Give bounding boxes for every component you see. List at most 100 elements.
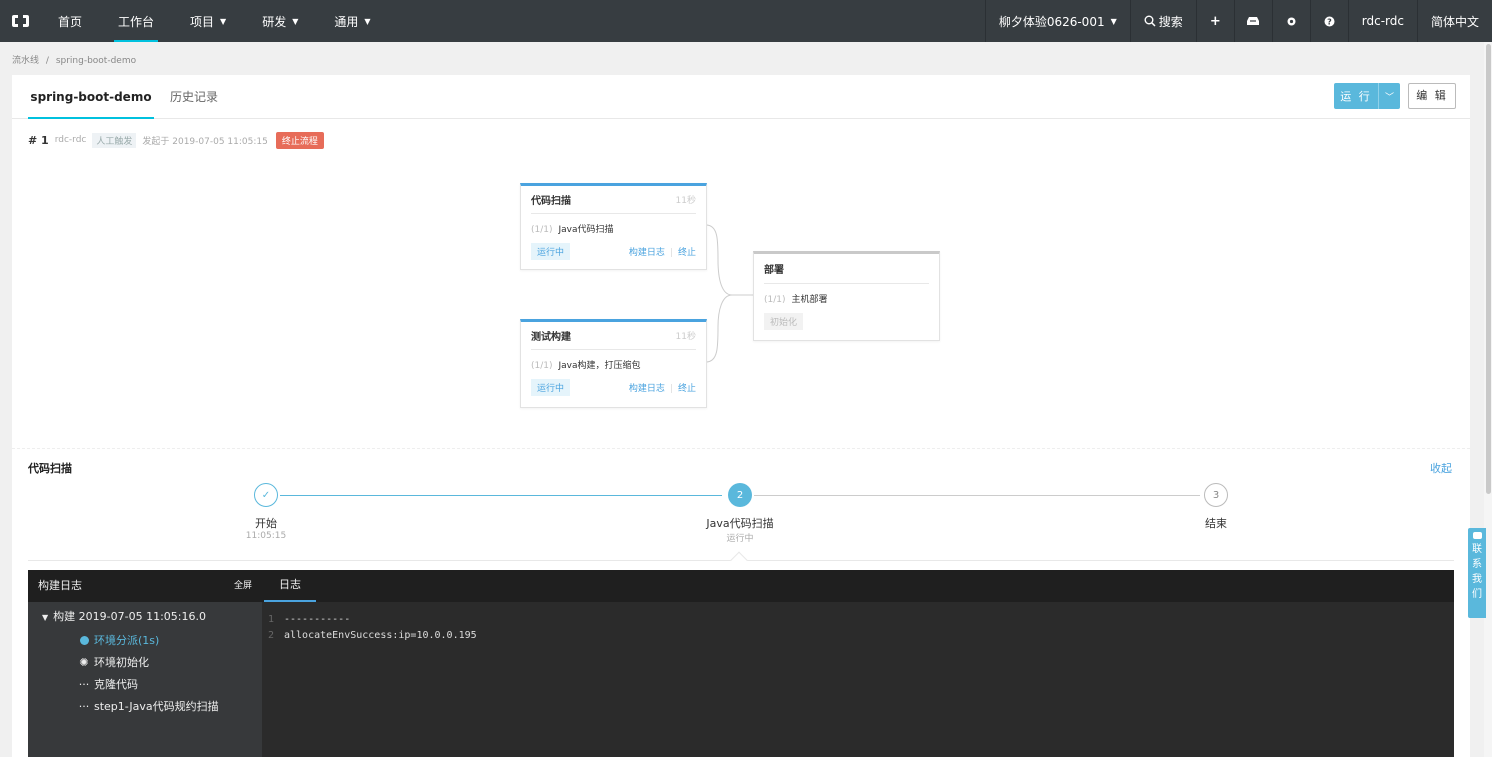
step-start-label: 开始 (255, 517, 277, 530)
step-start-marker[interactable]: ✓ (254, 483, 278, 507)
tab-log[interactable]: 日志 (264, 570, 316, 602)
tree-root-label: 构建 2019-07-05 11:05:16.0 (53, 610, 206, 623)
stage-title: 部署 (764, 265, 784, 276)
settings-button[interactable] (1271, 0, 1310, 42)
caret-down-icon: ▼ (220, 16, 227, 26)
stage-footer: 初始化 (764, 313, 929, 330)
org-switcher[interactable]: 柳夕体验0626-001 ▼ (984, 0, 1130, 42)
section-divider (12, 448, 1470, 449)
step-line-done (280, 495, 722, 496)
nav-home[interactable]: 首页 (40, 0, 100, 42)
aliyun-logo-icon[interactable] (0, 0, 40, 42)
nav-projects[interactable]: 项目 ▼ (172, 0, 244, 42)
task-name: Java代码扫描 (558, 225, 614, 235)
log-tree: ▼ 构建 2019-07-05 11:05:16.0 环境分派(1s) ✺ 环境初始… (28, 602, 262, 757)
task-count: (1/1) (764, 295, 786, 305)
log-panel-title: 构建日志 (38, 579, 82, 592)
log-output[interactable]: 1 ----------- 2 allocateEnvSuccess:ip=10.0… (262, 602, 1454, 757)
task-count: (1/1) (531, 225, 553, 235)
task-name: Java构建，打压缩包 (558, 361, 641, 371)
inbox-icon (1247, 17, 1260, 25)
inbox-button[interactable] (1233, 0, 1272, 42)
nav-dev[interactable]: 研发 ▼ (244, 0, 316, 42)
contact-us-label: 联系我们 (1472, 544, 1482, 600)
breadcrumb-separator: / (45, 56, 49, 66)
caret-down-icon: ▼ (1110, 16, 1117, 26)
detail-title: 代码扫描 (28, 462, 72, 475)
tree-item[interactable]: ✺ 环境初始化 (78, 654, 149, 670)
stage-duration: 11秒 (675, 332, 696, 342)
language-switch[interactable]: 简体中文 (1416, 0, 1492, 42)
step-scan-marker[interactable]: 2 (728, 483, 752, 507)
current-step-pointer (730, 551, 748, 569)
scrollbar-thumb[interactable] (1486, 44, 1491, 494)
top-nav: 首页 工作台 项目 ▼ 研发 ▼ 通用 ▼ 柳夕体验0626-001 ▼ 搜索 + ? … (0, 0, 1492, 42)
link-separator: | (669, 384, 673, 394)
ellipsis-icon: ··· (78, 678, 90, 691)
fullscreen-button[interactable]: 全屏 (234, 570, 252, 602)
chat-icon (1472, 532, 1482, 539)
stage-card-code-scan[interactable]: 代码扫描 11秒 (1/1) Java代码扫描 运行中 构建日志 | 终止 (520, 183, 707, 270)
ellipsis-icon: ··· (78, 700, 90, 713)
line-number: 2 (268, 630, 275, 641)
breadcrumb-current: spring-boot-demo (55, 56, 137, 66)
stage-header: 部署 (764, 254, 929, 284)
status-badge: 初始化 (764, 313, 804, 330)
tree-root[interactable]: ▼ 构建 2019-07-05 11:05:16.0 (42, 608, 206, 624)
nav-common[interactable]: 通用 ▼ (316, 0, 388, 42)
gear-icon (1287, 17, 1296, 25)
status-badge: 运行中 (531, 243, 571, 260)
stage-connector (705, 224, 753, 363)
stage-title: 代码扫描 (531, 196, 571, 207)
stage-task: (1/1) 主机部署 (764, 292, 929, 305)
breadcrumb: 流水线 / spring-boot-demo (12, 53, 140, 66)
status-badge: 运行中 (531, 379, 571, 396)
task-name: 主机部署 (791, 295, 828, 305)
build-log-link[interactable]: 构建日志 (629, 384, 665, 394)
nav-workbench[interactable]: 工作台 (100, 0, 172, 42)
breadcrumb-pipelines[interactable]: 流水线 (12, 56, 39, 66)
stage-card-test-build[interactable]: 测试构建 11秒 (1/1) Java构建，打压缩包 运行中 构建日志 | 终止 (520, 319, 707, 408)
svg-text:?: ? (1327, 17, 1332, 26)
task-count: (1/1) (531, 361, 553, 371)
tree-item-label: 环境分派(1s) (94, 634, 160, 647)
search-button[interactable]: 搜索 (1129, 0, 1196, 42)
nav-right: 柳夕体验0626-001 ▼ 搜索 + ? rdc-rdc 简体中文 (984, 0, 1492, 42)
build-log-link[interactable]: 构建日志 (629, 248, 665, 258)
stage-duration: 11秒 (675, 196, 696, 206)
contact-us-button[interactable]: 联系我们 (1468, 528, 1486, 618)
add-button[interactable]: + (1195, 0, 1234, 42)
step-scan-status: 运行中 (726, 534, 754, 544)
stage-title: 测试构建 (531, 332, 571, 343)
help-icon: ? (1324, 16, 1335, 26)
stop-stage-link[interactable]: 终止 (678, 248, 696, 258)
user-menu[interactable]: rdc-rdc (1347, 0, 1417, 42)
tree-item-label: step1-Java代码规约扫描 (94, 700, 219, 713)
line-number: 1 (268, 614, 275, 625)
help-button[interactable]: ? (1309, 0, 1348, 42)
line-text: allocateEnvSuccess:ip=10.0.0.195 (284, 630, 477, 641)
stage-task: (1/1) Java构建，打压缩包 (531, 358, 696, 371)
tree-item-label: 克隆代码 (94, 678, 138, 691)
stage-header: 测试构建 11秒 (531, 322, 696, 350)
step-end-marker[interactable]: 3 (1204, 483, 1228, 507)
step-end-label: 结束 (1205, 517, 1227, 530)
line-text: ----------- (284, 614, 351, 625)
tree-item[interactable]: ··· step1-Java代码规约扫描 (78, 698, 219, 714)
log-line: 2 allocateEnvSuccess:ip=10.0.0.195 (268, 630, 477, 641)
collapse-link[interactable]: 收起 (1430, 460, 1452, 476)
build-log-panel: 构建日志 全屏 日志 ▼ 构建 2019-07-05 11:05:16.0 环境分… (28, 570, 1454, 757)
step-start-time: 11:05:15 (245, 531, 287, 541)
tree-item-label: 环境初始化 (94, 656, 149, 669)
tree-item[interactable]: 环境分派(1s) (78, 632, 159, 648)
stop-stage-link[interactable]: 终止 (678, 384, 696, 394)
pipeline-card: spring-boot-demo 历史记录 运 行 ﹀ 编 辑 # 1 rdc-… (12, 75, 1470, 757)
stage-links: 构建日志 | 终止 (629, 381, 696, 394)
tree-item[interactable]: ··· 克隆代码 (78, 676, 138, 692)
stage-card-deploy[interactable]: 部署 (1/1) 主机部署 初始化 (753, 251, 940, 341)
step-number: 2 (736, 489, 744, 501)
step-scan-label: Java代码扫描 (706, 517, 774, 530)
caret-down-icon: ▼ (292, 16, 299, 26)
stage-header: 代码扫描 11秒 (531, 186, 696, 214)
link-separator: | (669, 248, 673, 258)
